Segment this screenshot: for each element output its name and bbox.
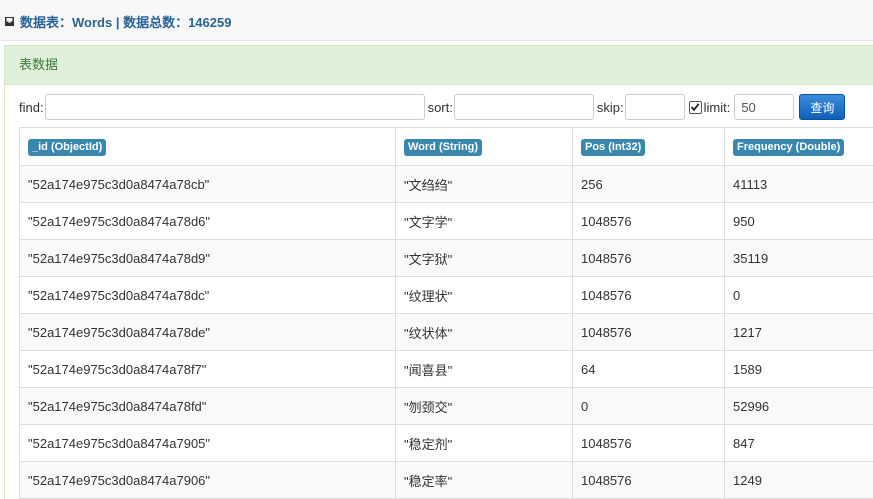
cell-pos: 64	[573, 351, 725, 388]
cell-id: "52a174e975c3d0a8474a78dc"	[20, 277, 396, 314]
table-header-row: _id (ObjectId) Word (String) Pos (Int32)…	[20, 128, 873, 166]
cell-word: "文字狱"	[396, 240, 573, 277]
cell-frequency: 1217	[725, 314, 873, 351]
cell-id: "52a174e975c3d0a8474a78fd"	[20, 388, 396, 425]
column-label-id: _id (ObjectId)	[28, 139, 106, 156]
cell-word: "文字学"	[396, 203, 573, 240]
column-label-pos: Pos (Int32)	[581, 139, 645, 156]
cell-id: "52a174e975c3d0a8474a78de"	[20, 314, 396, 351]
cell-pos: 1048576	[573, 462, 725, 499]
table-row[interactable]: "52a174e975c3d0a8474a78fd" "刎颈交" 0 52996	[20, 388, 873, 425]
table-row[interactable]: "52a174e975c3d0a8474a7906" "稳定率" 1048576…	[20, 462, 873, 499]
column-header-frequency[interactable]: Frequency (Double)	[725, 128, 873, 166]
limit-input[interactable]	[734, 94, 794, 120]
cell-frequency: 1249	[725, 462, 873, 499]
cell-pos: 256	[573, 166, 725, 203]
cell-word: "稳定率"	[396, 462, 573, 499]
cell-pos: 1048576	[573, 240, 725, 277]
table-row[interactable]: "52a174e975c3d0a8474a78dc" "纹理状" 1048576…	[20, 277, 873, 314]
cell-frequency: 52996	[725, 388, 873, 425]
column-header-id[interactable]: _id (ObjectId)	[20, 128, 396, 166]
cell-id: "52a174e975c3d0a8474a78f7"	[20, 351, 396, 388]
cell-frequency: 0	[725, 277, 873, 314]
cell-word: "纹理状"	[396, 277, 573, 314]
cell-word: "刎颈交"	[396, 388, 573, 425]
cell-frequency: 950	[725, 203, 873, 240]
cell-word: "纹状体"	[396, 314, 573, 351]
cell-word: "稳定剂"	[396, 425, 573, 462]
inbox-icon	[4, 16, 15, 27]
cell-id: "52a174e975c3d0a8474a78d6"	[20, 203, 396, 240]
table-row[interactable]: "52a174e975c3d0a8474a78d6" "文字学" 1048576…	[20, 203, 873, 240]
limit-checkbox[interactable]	[689, 101, 702, 114]
cell-frequency: 35119	[725, 240, 873, 277]
cell-frequency: 41113	[725, 166, 873, 203]
table-row[interactable]: "52a174e975c3d0a8474a78de" "纹状体" 1048576…	[20, 314, 873, 351]
table-row[interactable]: "52a174e975c3d0a8474a78d9" "文字狱" 1048576…	[20, 240, 873, 277]
query-button[interactable]: 查询	[799, 94, 845, 120]
cell-id: "52a174e975c3d0a8474a78cb"	[20, 166, 396, 203]
cell-word: "闻喜县"	[396, 351, 573, 388]
top-bar: 数据表：Words | 数据总数：146259	[0, 0, 873, 41]
table-row[interactable]: "52a174e975c3d0a8474a78f7" "闻喜县" 64 1589	[20, 351, 873, 388]
panel-heading: 表数据	[5, 46, 873, 85]
cell-pos: 1048576	[573, 277, 725, 314]
cell-frequency: 847	[725, 425, 873, 462]
cell-id: "52a174e975c3d0a8474a7906"	[20, 462, 396, 499]
cell-pos: 1048576	[573, 425, 725, 462]
table-row[interactable]: "52a174e975c3d0a8474a7905" "稳定剂" 1048576…	[20, 425, 873, 462]
limit-label: limit:	[704, 100, 731, 115]
page-title: 数据表：Words | 数据总数：146259	[4, 12, 231, 31]
find-input[interactable]	[45, 94, 425, 120]
column-label-word: Word (String)	[404, 139, 482, 156]
column-label-frequency: Frequency (Double)	[733, 139, 844, 156]
column-header-pos[interactable]: Pos (Int32)	[573, 128, 725, 166]
find-label: find:	[19, 100, 44, 115]
cell-pos: 1048576	[573, 203, 725, 240]
table-row[interactable]: "52a174e975c3d0a8474a78cb" "文绉绉" 256 411…	[20, 166, 873, 203]
page-title-text: 数据表：Words | 数据总数：146259	[20, 12, 231, 31]
data-table: _id (ObjectId) Word (String) Pos (Int32)…	[19, 127, 873, 499]
cell-frequency: 1589	[725, 351, 873, 388]
sort-label: sort:	[428, 100, 453, 115]
column-header-word[interactable]: Word (String)	[396, 128, 573, 166]
checkmark-icon	[690, 102, 700, 112]
skip-input[interactable]	[625, 94, 685, 120]
skip-label: skip:	[597, 100, 624, 115]
cell-word: "文绉绉"	[396, 166, 573, 203]
cell-pos: 1048576	[573, 314, 725, 351]
sort-input[interactable]	[454, 94, 594, 120]
cell-id: "52a174e975c3d0a8474a78d9"	[20, 240, 396, 277]
cell-pos: 0	[573, 388, 725, 425]
cell-id: "52a174e975c3d0a8474a7905"	[20, 425, 396, 462]
filter-bar: find: sort: skip: limit: 查询	[19, 92, 845, 122]
